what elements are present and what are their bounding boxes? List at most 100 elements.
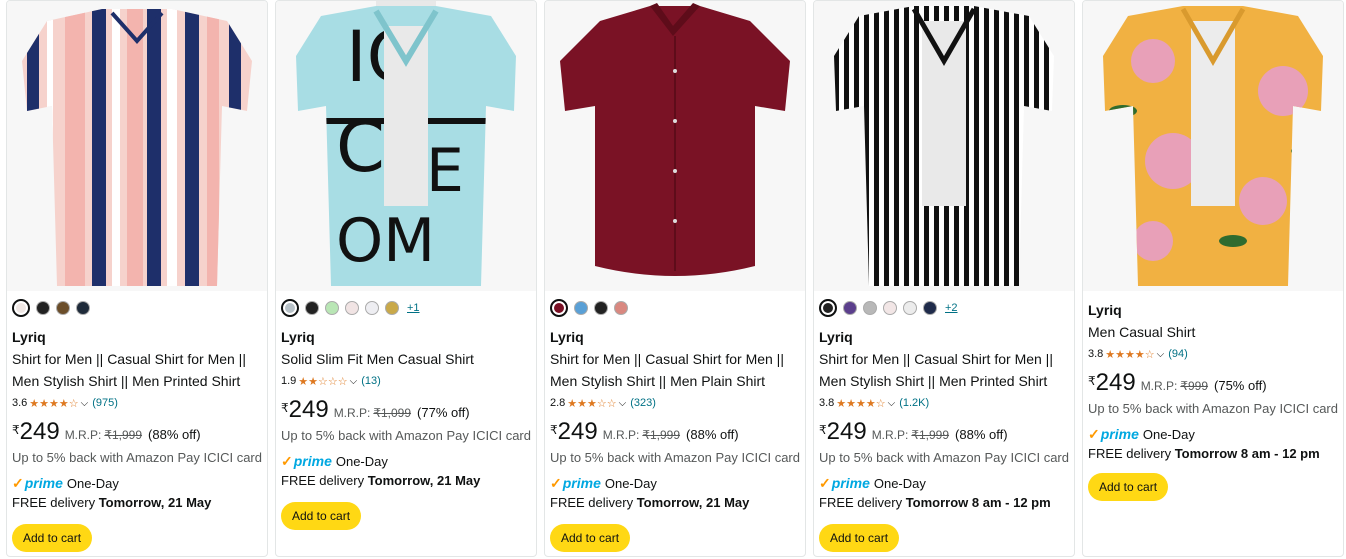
price[interactable]: 249 bbox=[1096, 371, 1136, 395]
star-rating-icon[interactable]: ★★★☆☆ bbox=[567, 397, 616, 410]
product-card[interactable]: Lyriq Shirt for Men || Casual Shirt for … bbox=[544, 0, 806, 557]
product-image[interactable] bbox=[545, 1, 805, 291]
title-line[interactable]: Men Stylish Shirt || Men Plain Shirt bbox=[550, 373, 765, 389]
mrp-value: ₹999 bbox=[1180, 379, 1209, 393]
review-count-link[interactable]: (975) bbox=[92, 397, 118, 409]
price[interactable]: 249 bbox=[827, 420, 867, 444]
discount: (75% off) bbox=[1214, 378, 1267, 393]
color-swatch[interactable] bbox=[883, 301, 897, 315]
prime-check-icon: ✓ bbox=[281, 452, 293, 469]
prime-logo: prime bbox=[562, 475, 601, 491]
svg-text:E: E bbox=[426, 136, 464, 206]
star-rating-icon[interactable]: ★★★★☆ bbox=[836, 397, 885, 410]
review-count-link[interactable]: (94) bbox=[1168, 348, 1188, 360]
add-to-cart-button[interactable]: Add to cart bbox=[12, 524, 93, 552]
star-rating-icon[interactable]: ★★★★☆ bbox=[29, 397, 78, 410]
title-line[interactable]: Shirt for Men || Casual Shirt for Men || bbox=[550, 351, 784, 367]
product-image[interactable] bbox=[7, 1, 267, 291]
title-line[interactable]: Shirt for Men || Casual Shirt for Men || bbox=[819, 351, 1053, 367]
delivery-date: Tomorrow, 21 May bbox=[367, 473, 481, 488]
product-card[interactable]: Lyriq Shirt for Men || Casual Shirt for … bbox=[6, 0, 268, 557]
star-rating-icon[interactable]: ★★☆☆☆ bbox=[298, 375, 347, 388]
price[interactable]: 249 bbox=[20, 420, 60, 444]
add-to-cart-button[interactable]: Add to cart bbox=[281, 502, 362, 530]
product-image[interactable] bbox=[1083, 1, 1343, 291]
star-rating-icon[interactable]: ★★★★☆ bbox=[1105, 348, 1154, 361]
product-title[interactable]: Shirt for Men || Casual Shirt for Men ||… bbox=[819, 348, 1070, 392]
prime-speed: One-Day bbox=[873, 475, 926, 491]
product-title[interactable]: Shirt for Men || Casual Shirt for Men ||… bbox=[550, 348, 801, 392]
color-swatch[interactable] bbox=[385, 301, 399, 315]
color-swatch[interactable] bbox=[325, 301, 339, 315]
delivery-info: FREE delivery Tomorrow, 21 May bbox=[12, 494, 263, 512]
color-swatches bbox=[12, 297, 263, 319]
delivery-prefix: FREE delivery bbox=[281, 473, 365, 488]
color-swatch[interactable] bbox=[345, 301, 359, 315]
color-swatch[interactable] bbox=[863, 301, 877, 315]
color-swatches: +2 bbox=[819, 297, 1070, 319]
price[interactable]: 249 bbox=[289, 398, 329, 422]
price[interactable]: 249 bbox=[558, 420, 598, 444]
color-swatch[interactable] bbox=[56, 301, 70, 315]
color-swatch[interactable] bbox=[594, 301, 608, 315]
more-colors-link[interactable]: +1 bbox=[407, 302, 420, 314]
price-row: ₹ 249 M.R.P: ₹999 (75% off) bbox=[1088, 371, 1339, 399]
discount: (88% off) bbox=[148, 427, 201, 442]
color-swatch[interactable] bbox=[614, 301, 628, 315]
chevron-down-icon[interactable]: ⌵ bbox=[1157, 349, 1165, 360]
rating-value: 3.8 bbox=[1088, 348, 1104, 360]
rating-row: 3.8 ★★★★☆ ⌵ (94) bbox=[1088, 345, 1339, 363]
delivery-prefix: FREE delivery bbox=[12, 495, 96, 510]
product-card[interactable]: IC C E OM +1 Lyriq Solid Slim Fit Men Ca… bbox=[275, 0, 537, 557]
title-line[interactable]: Men Stylish Shirt || Men Printed Shirt bbox=[12, 373, 240, 389]
rating-row: 2.8 ★★★☆☆ ⌵ (323) bbox=[550, 394, 801, 412]
color-swatch[interactable] bbox=[843, 301, 857, 315]
chevron-down-icon[interactable]: ⌵ bbox=[888, 398, 896, 409]
prime-speed: One-Day bbox=[335, 453, 388, 469]
discount: (77% off) bbox=[417, 405, 470, 420]
color-swatch[interactable] bbox=[281, 299, 299, 317]
color-swatch[interactable] bbox=[903, 301, 917, 315]
mrp-value: ₹1,999 bbox=[642, 428, 681, 442]
color-swatch[interactable] bbox=[550, 299, 568, 317]
add-to-cart-button[interactable]: Add to cart bbox=[550, 524, 631, 552]
product-title[interactable]: Solid Slim Fit Men Casual Shirt bbox=[281, 348, 532, 370]
product-title[interactable]: Men Casual Shirt bbox=[1088, 321, 1339, 343]
product-card[interactable]: +2 Lyriq Shirt for Men || Casual Shirt f… bbox=[813, 0, 1075, 557]
review-count-link[interactable]: (1.2K) bbox=[899, 397, 929, 409]
color-swatch[interactable] bbox=[819, 299, 837, 317]
color-swatch[interactable] bbox=[305, 301, 319, 315]
price-row: ₹ 249 M.R.P: ₹1,999 (88% off) bbox=[12, 420, 263, 448]
chevron-down-icon[interactable]: ⌵ bbox=[619, 398, 627, 409]
product-card[interactable]: Lyriq Men Casual Shirt 3.8 ★★★★☆ ⌵ (94) … bbox=[1082, 0, 1344, 557]
product-image[interactable] bbox=[814, 1, 1074, 291]
product-title[interactable]: Shirt for Men || Casual Shirt for Men ||… bbox=[12, 348, 263, 392]
add-to-cart-button[interactable]: Add to cart bbox=[1088, 473, 1169, 501]
review-count-link[interactable]: (323) bbox=[630, 397, 656, 409]
color-swatch[interactable] bbox=[923, 301, 937, 315]
cashback-offer: Up to 5% back with Amazon Pay ICICI card bbox=[819, 450, 1069, 465]
color-swatch[interactable] bbox=[36, 301, 50, 315]
currency-symbol: ₹ bbox=[12, 423, 20, 437]
color-swatch[interactable] bbox=[365, 301, 379, 315]
discount: (88% off) bbox=[686, 427, 739, 442]
review-count-link[interactable]: (13) bbox=[361, 375, 381, 387]
color-swatch[interactable] bbox=[574, 301, 588, 315]
svg-text:OM: OM bbox=[336, 206, 435, 276]
rating-row: 3.8 ★★★★☆ ⌵ (1.2K) bbox=[819, 394, 1070, 412]
chevron-down-icon[interactable]: ⌵ bbox=[350, 376, 358, 387]
brand-name: Lyriq bbox=[281, 329, 315, 345]
delivery-date: Tomorrow, 21 May bbox=[636, 495, 750, 510]
title-line[interactable]: Men Stylish Shirt || Men Printed Shirt bbox=[819, 373, 1047, 389]
more-colors-link[interactable]: +2 bbox=[945, 302, 958, 314]
prime-badge: ✓ prime One-Day bbox=[281, 452, 532, 470]
add-to-cart-button[interactable]: Add to cart bbox=[819, 524, 900, 552]
color-swatches: +1 bbox=[281, 297, 532, 319]
color-swatch[interactable] bbox=[76, 301, 90, 315]
mrp-value: ₹1,999 bbox=[911, 428, 950, 442]
chevron-down-icon[interactable]: ⌵ bbox=[81, 398, 89, 409]
title-line[interactable]: Shirt for Men || Casual Shirt for Men || bbox=[12, 351, 246, 367]
color-swatch[interactable] bbox=[12, 299, 30, 317]
product-image[interactable]: IC C E OM bbox=[276, 1, 536, 291]
prime-speed: One-Day bbox=[66, 475, 119, 491]
